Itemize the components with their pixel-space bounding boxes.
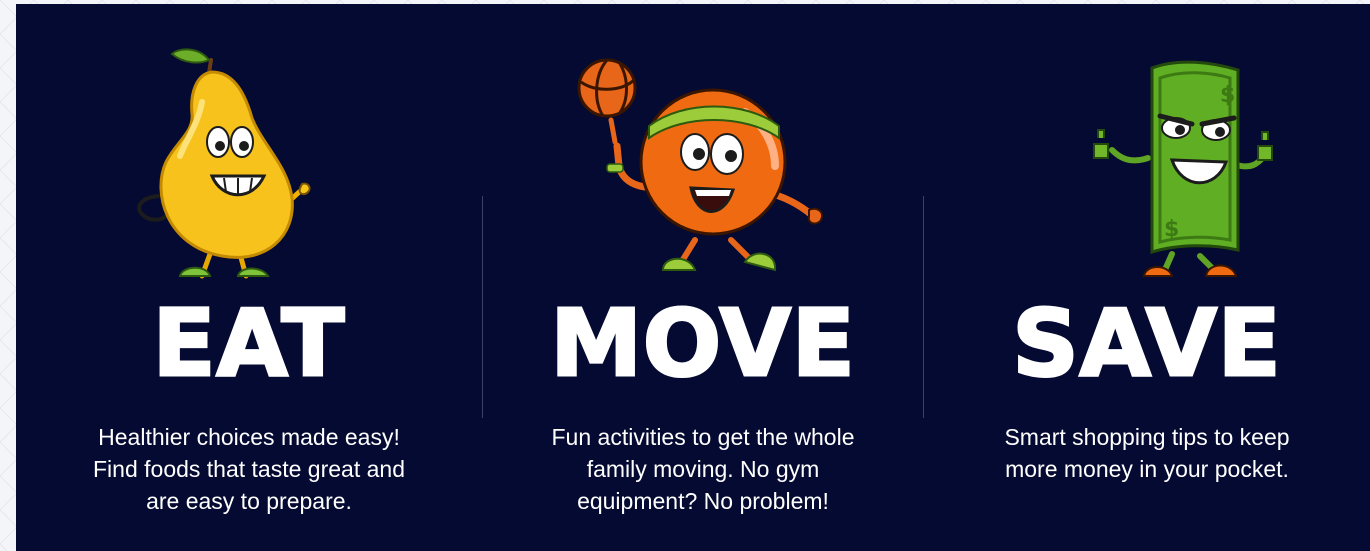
move-description-line-3: equipment? No problem! — [577, 488, 829, 514]
save-description-line-1: Smart shopping tips to keep — [1004, 424, 1290, 450]
feature-save: $ $ SAVE Smart shopping tips to keep more… — [924, 4, 1370, 551]
feature-panel: EAT Healthier choices made easy! Find foo… — [16, 4, 1370, 551]
pear-mascot-icon — [137, 48, 311, 279]
move-description: Fun activities to get the whole family mo… — [483, 421, 923, 517]
save-heading: SAVE — [1011, 290, 1282, 397]
orange-basketball-mascot-icon — [577, 58, 823, 272]
dollar-bill-mascot-icon: $ $ — [1093, 60, 1273, 277]
save-description-line-2: more money in your pocket. — [1005, 456, 1289, 482]
svg-text:$: $ — [1220, 83, 1235, 108]
eat-description-line-1: Healthier choices made easy! — [98, 424, 400, 450]
eat-description: Healthier choices made easy! Find foods t… — [16, 421, 482, 517]
feature-eat: EAT Healthier choices made easy! Find foo… — [16, 4, 482, 551]
feature-move: MOVE Fun activities to get the whole fami… — [483, 4, 923, 551]
eat-heading: EAT — [151, 290, 346, 397]
move-description-line-1: Fun activities to get the whole — [551, 424, 855, 450]
svg-text:$: $ — [1164, 217, 1179, 242]
eat-description-line-3: are easy to prepare. — [146, 488, 352, 514]
save-description: Smart shopping tips to keep more money in… — [924, 421, 1370, 485]
eat-description-line-2: Find foods that taste great and — [93, 456, 405, 482]
move-heading: MOVE — [549, 290, 856, 397]
move-description-line-2: family moving. No gym — [586, 456, 820, 482]
